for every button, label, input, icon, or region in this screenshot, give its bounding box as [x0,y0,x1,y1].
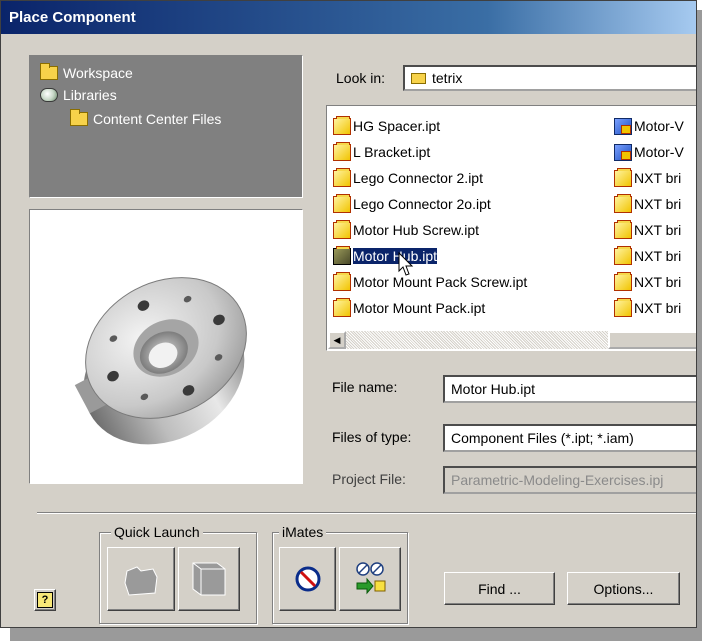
imates-label: iMates [279,524,327,540]
part-file-icon [333,219,351,239]
tree-item-libraries[interactable]: Libraries [40,87,117,103]
part-file-icon [614,193,632,213]
list-item[interactable]: NXT bri [614,219,681,240]
folder-icon [411,72,426,84]
part-file-icon [333,141,351,161]
libraries-icon [40,88,58,102]
files-of-type-dropdown[interactable]: Component Files (*.ipt; *.iam) [443,424,696,452]
horizontal-scrollbar[interactable]: ◀ [328,331,696,349]
part-file-icon [614,219,632,239]
part-file-icon [333,297,351,317]
part-preview-image [74,277,247,445]
part-file-icon [614,245,632,265]
dialog-title: Place Component [9,9,136,26]
project-file-field: Parametric-Modeling-Exercises.ipj [443,466,696,494]
part-file-icon [614,297,632,317]
part-file-icon [614,271,632,291]
assembly-file-icon [614,117,632,135]
title-bar[interactable]: Place Component [1,1,696,34]
find-button[interactable]: Find ... [444,572,555,605]
quick-launch-part-button[interactable] [107,547,175,611]
help-button[interactable]: ? [34,589,56,611]
help-icon: ? [37,592,53,608]
list-item[interactable]: Motor-V [614,116,684,136]
list-item[interactable]: HG Spacer.ipt [333,115,440,136]
preview-pane [29,209,303,484]
file-name-label: File name: [332,379,398,395]
file-list[interactable]: HG Spacer.ipt L Bracket.ipt Lego Connect… [326,105,696,351]
tree-item-label: Workspace [63,65,133,81]
separator [37,512,696,514]
tree-item-workspace[interactable]: Workspace [40,63,133,81]
look-in-label: Look in: [336,70,386,86]
list-item[interactable]: NXT bri [614,193,681,214]
tree-item-label: Content Center Files [93,111,222,127]
list-item[interactable]: NXT bri [614,167,681,188]
list-item-selected[interactable]: Motor Hub.ipt [333,245,439,266]
list-item[interactable]: NXT bri [614,297,681,318]
part-file-icon [333,167,351,187]
folder-icon [70,109,88,126]
new-assembly-icon [192,562,226,596]
list-item[interactable]: NXT bri [614,245,681,266]
quick-launch-label: Quick Launch [111,524,203,540]
new-part-icon [124,566,158,596]
part-file-icon [333,271,351,291]
part-file-icon [333,115,351,135]
no-imate-icon [295,566,320,592]
scroll-thumb[interactable] [608,331,696,349]
list-item[interactable]: Motor Mount Pack.ipt [333,297,485,318]
place-component-dialog: Place Component Workspace Libraries Cont… [0,0,697,628]
imate-off-button[interactable] [279,547,336,611]
options-button[interactable]: Options... [567,572,680,605]
folder-icon [40,63,58,80]
project-file-label: Project File: [332,471,406,487]
list-item[interactable]: Lego Connector 2o.ipt [333,193,491,214]
mouse-cursor-icon [398,252,414,276]
list-item[interactable]: NXT bri [614,271,681,292]
scroll-left-arrow-icon[interactable]: ◀ [328,331,346,349]
part-file-icon [333,193,351,213]
list-item[interactable]: Lego Connector 2.ipt [333,167,483,188]
use-imate-button[interactable] [339,547,401,611]
look-in-dropdown[interactable]: tetrix [403,65,696,91]
quick-launch-assembly-button[interactable] [178,547,240,611]
assembly-file-icon [614,143,632,161]
look-in-value: tetrix [432,70,463,86]
imate-interactive-icon [356,562,386,595]
tree-item-label: Libraries [63,87,117,103]
files-of-type-label: Files of type: [332,429,412,445]
list-item[interactable]: Motor Mount Pack Screw.ipt [333,271,527,292]
part-file-icon [614,167,632,187]
list-item[interactable]: L Bracket.ipt [333,141,430,162]
tree-item-content-center-files[interactable]: Content Center Files [70,109,222,127]
list-item[interactable]: Motor Hub Screw.ipt [333,219,479,240]
file-name-field[interactable]: Motor Hub.ipt [443,375,696,403]
location-tree[interactable]: Workspace Libraries Content Center Files [29,55,303,198]
part-file-icon [333,245,351,265]
list-item[interactable]: Motor-V [614,142,684,162]
